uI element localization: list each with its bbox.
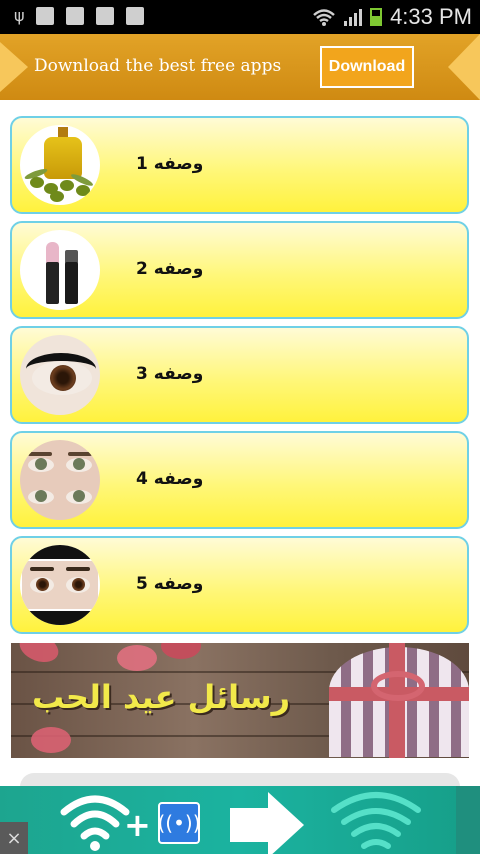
top-ad-banner[interactable]: Download the best free apps Download bbox=[0, 34, 480, 100]
plus-icon: + bbox=[124, 806, 151, 844]
rose-petal-image bbox=[15, 643, 63, 668]
download-icon bbox=[126, 7, 144, 25]
list-item[interactable]: وصفه 3 bbox=[10, 326, 469, 424]
banner-text: Download the best free apps bbox=[34, 56, 282, 76]
banner-right-arrow-icon bbox=[448, 34, 480, 100]
store-icon bbox=[96, 7, 114, 25]
banner-left-arrow-icon bbox=[0, 42, 28, 92]
list-item-label: وصفه 2 bbox=[136, 259, 204, 279]
download-button[interactable]: Download bbox=[320, 46, 414, 88]
wifi-icon bbox=[313, 9, 335, 26]
wifi-icon bbox=[60, 795, 130, 851]
valentine-banner[interactable]: رسائل عيد الحب bbox=[11, 643, 469, 758]
arrow-right-icon bbox=[230, 808, 270, 842]
rose-petal-image bbox=[117, 645, 157, 671]
eyes-image bbox=[20, 440, 100, 520]
system-icons: 4:33 PM bbox=[312, 4, 472, 30]
signal-icon bbox=[344, 8, 363, 26]
usb-icon: ψ bbox=[14, 6, 25, 25]
notification-icons: ψ bbox=[14, 7, 144, 25]
olive-oil-image bbox=[20, 125, 100, 205]
sd-card-icon bbox=[36, 7, 54, 25]
list-item[interactable]: وصفه 5 bbox=[10, 536, 469, 634]
list-item[interactable]: وصفه 2 bbox=[10, 221, 469, 319]
battery-icon bbox=[370, 8, 383, 26]
list-item[interactable]: وصفه 1 bbox=[10, 116, 469, 214]
list-item-label: وصفه 5 bbox=[136, 574, 204, 594]
list-item-label: وصفه 1 bbox=[136, 154, 204, 174]
list-item-label: وصفه 3 bbox=[136, 364, 204, 384]
ribbon-bow-icon bbox=[371, 671, 425, 701]
valentine-banner-title: رسائل عيد الحب bbox=[31, 678, 291, 716]
status-time: 4:33 PM bbox=[390, 4, 472, 29]
rose-petal-image bbox=[31, 727, 71, 753]
wifi-large-icon bbox=[331, 792, 421, 849]
recipe-list: وصفه 1 وصفه 2 وصفه 3 وصفه 4 وصفه 5 bbox=[10, 116, 469, 641]
screenshot-icon bbox=[66, 7, 84, 25]
list-item[interactable]: وصفه 4 bbox=[10, 431, 469, 529]
list-item-label: وصفه 4 bbox=[136, 469, 204, 489]
eyebrows-image bbox=[20, 545, 100, 625]
lipstick-image bbox=[20, 230, 100, 310]
ad-close-button[interactable]: × bbox=[0, 822, 28, 854]
rose-petal-image bbox=[161, 643, 201, 659]
eyelashes-image bbox=[20, 335, 100, 415]
wifi-app-icon: ((•)) bbox=[158, 802, 201, 844]
status-bar: ψ 4:33 PM bbox=[0, 0, 480, 34]
